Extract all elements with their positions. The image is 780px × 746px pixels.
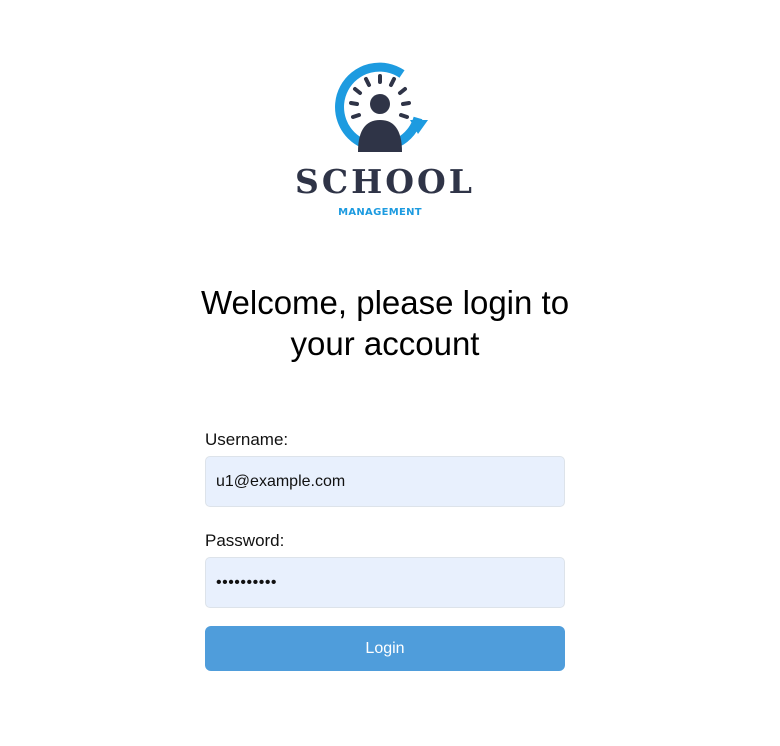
school-clock-person-icon	[335, 62, 428, 152]
logo-wordmark: SCHOOL	[295, 162, 475, 201]
username-input[interactable]	[205, 456, 565, 507]
login-form: Username: Password: Login	[205, 428, 565, 671]
welcome-heading: Welcome, please login to your account	[200, 284, 570, 362]
password-label: Password:	[205, 531, 285, 550]
username-label: Username:	[205, 430, 289, 449]
logo-tagline: MANAGEMENT	[338, 207, 422, 218]
login-button[interactable]: Login	[205, 626, 565, 671]
field-spacer	[205, 507, 565, 529]
school-management-logo: SCHOOL MANAGEMENT	[290, 58, 490, 224]
password-input[interactable]	[205, 557, 565, 608]
